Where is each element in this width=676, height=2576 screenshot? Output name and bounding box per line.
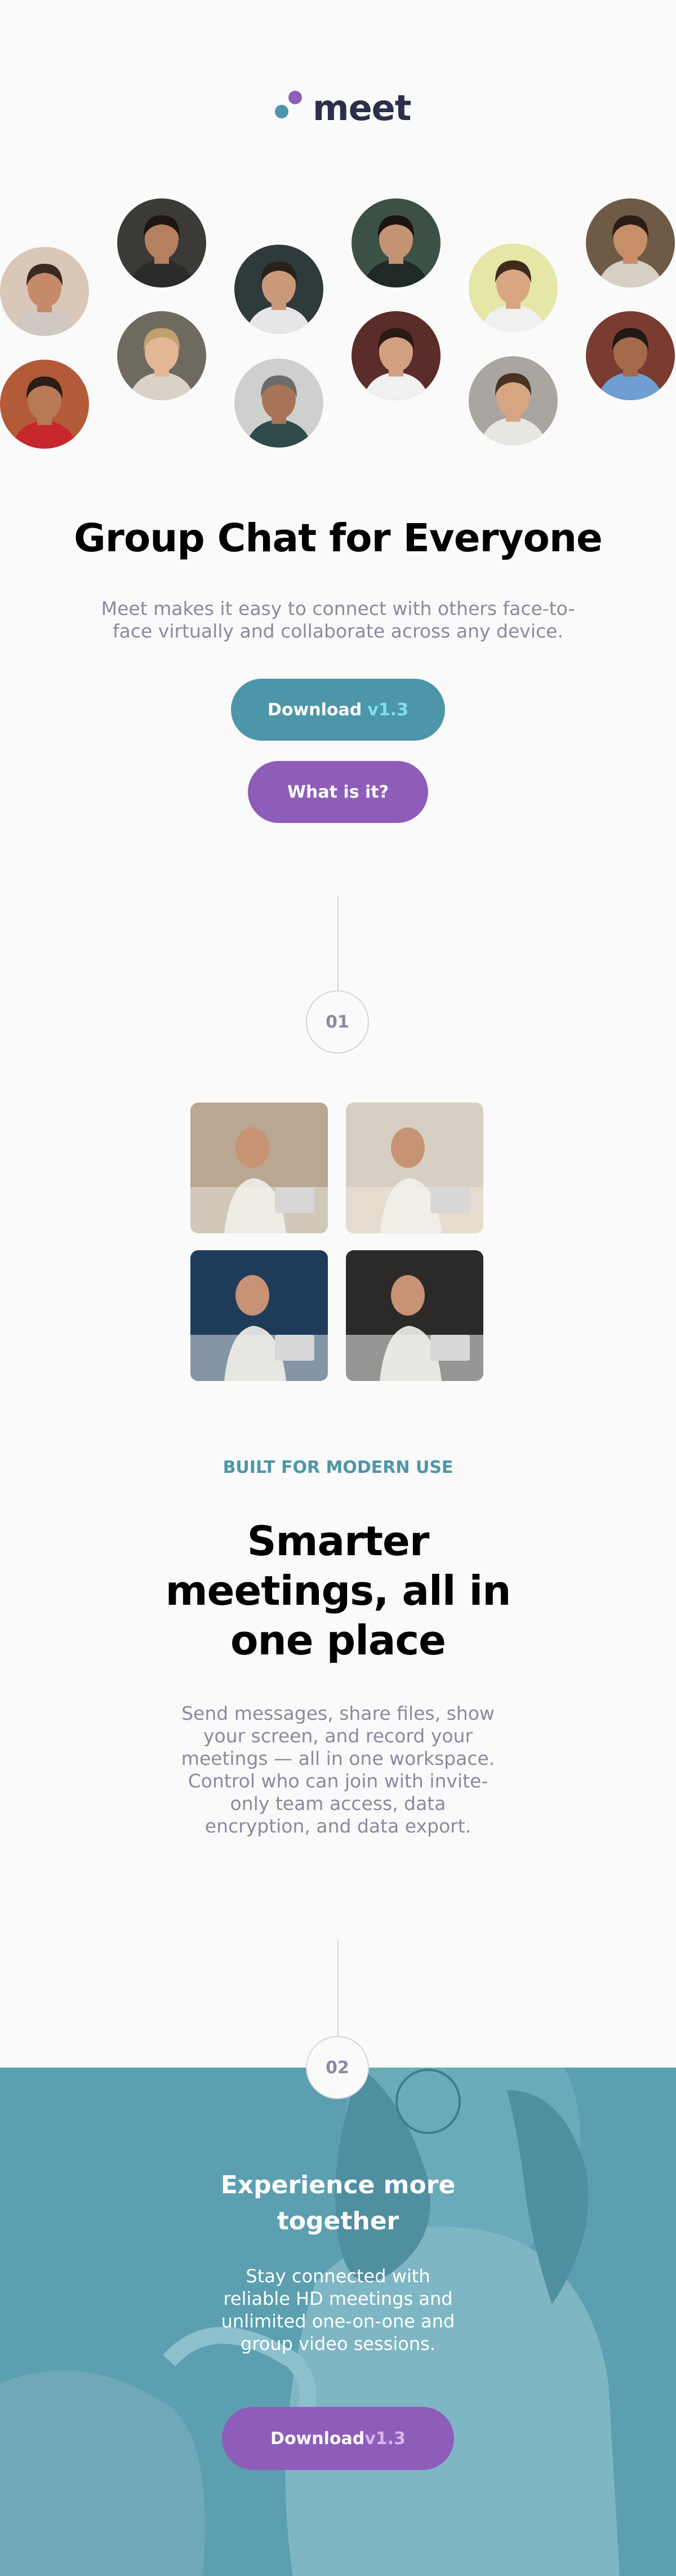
avatar-man-smiling <box>469 244 558 333</box>
step-badge-02: 02 <box>306 2036 369 2099</box>
features-text: Send messages, share files, show your sc… <box>181 1702 495 1837</box>
download-version: v1.3 <box>367 700 408 720</box>
step-number: 01 <box>326 1012 349 1032</box>
features-eyebrow: BUILT FOR MODERN USE <box>223 1458 453 1477</box>
photo-man-phone <box>346 1250 483 1381</box>
logo-dots-icon <box>275 91 302 118</box>
avatar-man-older <box>234 358 323 448</box>
avatar-man-beard <box>234 245 323 334</box>
experience-text: Stay connected with reliable HD meetings… <box>221 2265 455 2354</box>
step-badge-01: 01 <box>306 990 369 1054</box>
photo-women-tablet <box>346 1103 483 1233</box>
avatar-woman-dark <box>117 198 206 287</box>
experience-download-button[interactable]: Download v1.3 <box>222 2407 454 2470</box>
photo-woman-laptop <box>190 1103 328 1233</box>
download-button-label: Download <box>270 2428 365 2449</box>
experience-title: Experience more together <box>220 2171 456 2236</box>
what-is-it-button[interactable]: What is it? <box>248 761 428 823</box>
avatar-couple <box>586 198 675 287</box>
features-title: Smarter meetings, all in one place <box>165 1517 512 1664</box>
hero-title: Group Chat for Everyone <box>74 516 603 561</box>
avatar-man-hoodie <box>0 247 89 336</box>
avatar-man-curly <box>0 360 89 449</box>
photo-video-call <box>190 1250 328 1381</box>
step-number: 02 <box>326 2057 349 2078</box>
hero-subtitle: Meet makes it easy to connect with other… <box>101 597 575 642</box>
avatar-woman-blonde <box>117 311 206 400</box>
download-version: v1.3 <box>364 2428 406 2449</box>
avatar-man-stubble <box>352 311 441 400</box>
download-button-label: Download <box>268 700 362 720</box>
avatar-woman-denim <box>586 311 675 400</box>
what-is-it-label: What is it? <box>287 782 389 802</box>
brand-logo[interactable]: meet <box>270 86 411 131</box>
step-connector-line <box>337 896 339 995</box>
brand-name: meet <box>313 87 411 129</box>
download-button[interactable]: Download v1.3 <box>231 679 445 741</box>
avatar-man-sunglasses <box>352 198 441 287</box>
avatar-man-wavy <box>469 356 558 445</box>
